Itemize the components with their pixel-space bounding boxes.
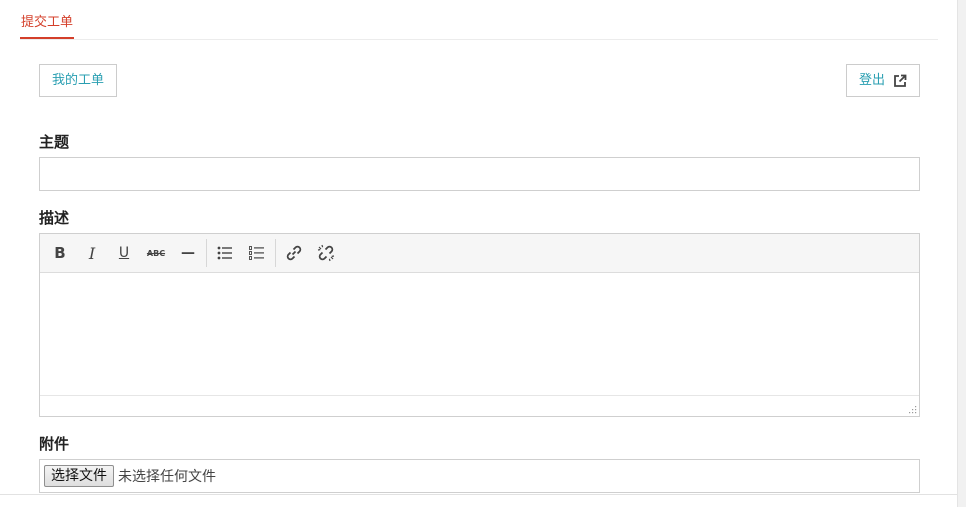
attachment-file-input: 选择文件 未选择任何文件 [39,459,920,493]
my-tickets-label: 我的工单 [52,73,105,88]
choose-file-button[interactable]: 选择文件 [44,465,114,487]
scrollbar[interactable] [957,0,966,507]
bullet-list-button[interactable] [209,237,241,269]
tab-bar: 提交工单 [20,0,938,40]
bold-icon: B [54,244,66,262]
attachment-label: 附件 [39,435,70,453]
bullet-list-icon [217,246,232,260]
toolbar-separator [206,239,207,267]
remove-link-button[interactable] [310,237,342,269]
my-tickets-button[interactable]: 我的工单 [39,64,118,97]
bold-button[interactable]: B [44,237,76,269]
description-text-area[interactable] [40,272,919,396]
editor-statusbar [40,395,919,416]
no-file-selected-text: 未选择任何文件 [118,469,216,485]
numbered-list-icon [249,246,264,260]
subject-input[interactable] [39,157,920,191]
support-ticket-page: 提交工单 我的工单 登出 主题 描述 B I U ABC — 附件 选择文件 未… [0,0,966,507]
description-label: 描述 [39,209,70,227]
strikethrough-button[interactable]: ABC [140,237,172,269]
description-editor: B I U ABC — [39,233,920,417]
logout-label: 登出 [858,73,885,88]
horizontal-rule-button[interactable]: — [172,237,204,269]
italic-icon: I [88,243,96,263]
underline-button[interactable]: U [108,237,140,269]
page-divider [0,494,958,495]
logout-button[interactable]: 登出 [845,64,920,97]
link-icon [286,245,302,261]
unlink-icon [317,244,335,262]
toolbar-separator [275,239,276,267]
numbered-list-button[interactable] [241,237,273,269]
italic-button[interactable]: I [76,237,108,269]
insert-link-button[interactable] [278,237,310,269]
strikethrough-icon: ABC [146,248,166,258]
tab-submit-ticket[interactable]: 提交工单 [20,13,75,39]
external-link-icon [894,74,907,87]
subject-label: 主题 [39,133,70,151]
horizontal-rule-icon: — [181,245,195,261]
underline-icon: U [118,245,130,261]
resize-handle-icon[interactable] [907,404,917,414]
editor-toolbar: B I U ABC — [40,234,919,273]
